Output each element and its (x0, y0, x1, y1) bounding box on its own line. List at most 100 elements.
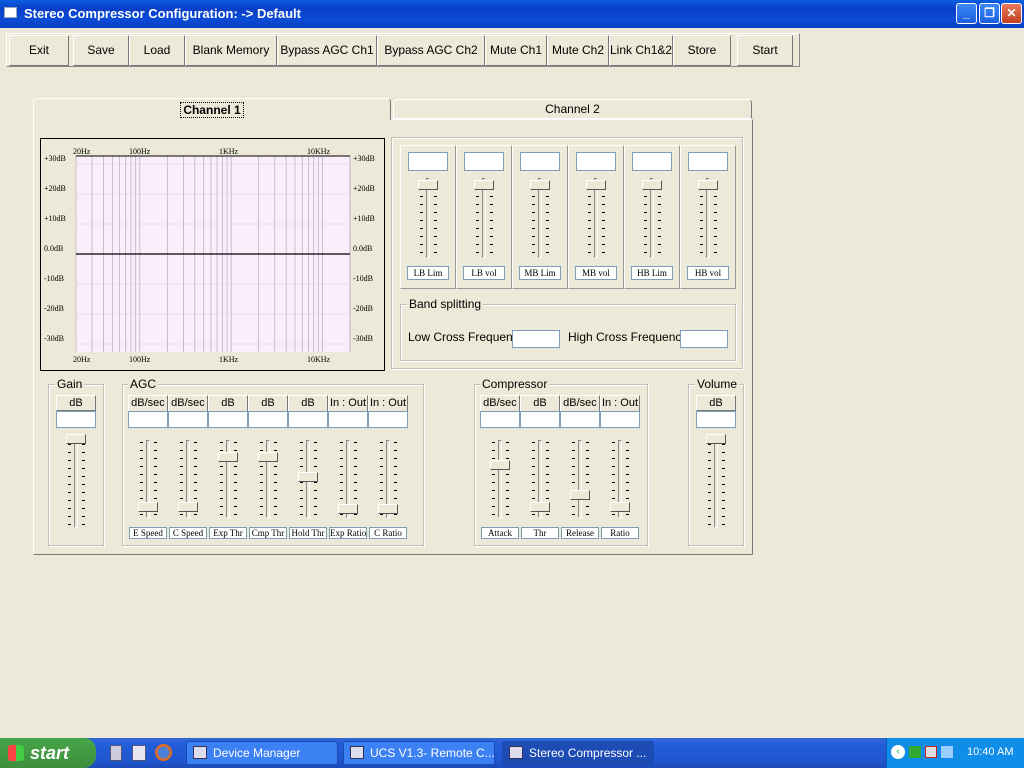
close-button[interactable]: ✕ (1001, 3, 1022, 24)
tick-mark (532, 236, 535, 237)
low-cross-frequency-input[interactable] (512, 330, 560, 348)
store-button[interactable]: Store (673, 35, 731, 66)
band-value-input-5[interactable] (632, 152, 672, 171)
link-ch1-2-button[interactable]: Link Ch1&2 (609, 35, 673, 66)
tick-mark (220, 490, 223, 491)
exit-button[interactable]: Exit (9, 35, 69, 66)
task-device-manager[interactable]: Device Manager (186, 741, 338, 765)
tick-mark (68, 468, 71, 469)
compressor-slider-1-thumb[interactable] (490, 460, 510, 470)
tick-mark (546, 458, 549, 459)
band-value-input-1[interactable] (408, 152, 448, 171)
agc-slider-5[interactable] (296, 440, 320, 518)
compressor-slider-2[interactable] (528, 440, 552, 518)
mute-ch2-button[interactable]: Mute Ch2 (547, 35, 609, 66)
compressor-slider-1[interactable] (488, 440, 512, 518)
tray-expand-icon[interactable]: ‹ (891, 745, 905, 759)
volume-slider-thumb[interactable] (706, 434, 726, 444)
band-value-input-4[interactable] (576, 152, 616, 171)
tray-network-icon[interactable] (909, 746, 921, 758)
compressor-value-input-4[interactable] (600, 411, 640, 428)
band-slider-2-thumb[interactable] (474, 180, 494, 190)
band-slider-6[interactable] (696, 178, 720, 258)
band-slider-5[interactable] (640, 178, 664, 258)
load-button[interactable]: Load (129, 35, 185, 66)
tick-mark (714, 212, 717, 213)
agc-slider-4[interactable] (256, 440, 280, 518)
band-slider-6-thumb[interactable] (698, 180, 718, 190)
agc-slider-1-thumb[interactable] (138, 502, 158, 512)
tick-mark (722, 524, 725, 525)
band-slider-3[interactable] (528, 178, 552, 258)
compressor-label-2: Thr (521, 527, 559, 539)
save-button[interactable]: Save (73, 35, 129, 66)
band-slider-5-thumb[interactable] (642, 180, 662, 190)
tab-channel-1[interactable]: Channel 1 (33, 98, 391, 120)
tick-mark (506, 506, 509, 507)
agc-value-input-5[interactable] (288, 411, 328, 428)
band-slider-3-thumb[interactable] (530, 180, 550, 190)
agc-slider-4-thumb[interactable] (258, 452, 278, 462)
agc-slider-2-thumb[interactable] (178, 502, 198, 512)
mute-ch1-button[interactable]: Mute Ch1 (485, 35, 547, 66)
compressor-slider-3[interactable] (568, 440, 592, 518)
agc-slider-3-thumb[interactable] (218, 452, 238, 462)
compressor-value-input-1[interactable] (480, 411, 520, 428)
quicklaunch-icon-1[interactable] (110, 745, 122, 761)
minimize-button[interactable]: _ (956, 3, 977, 24)
band-value-input-6[interactable] (688, 152, 728, 171)
compressor-slider-3-thumb[interactable] (570, 490, 590, 500)
tick-mark (612, 458, 615, 459)
compressor-slider-4[interactable] (608, 440, 632, 518)
tick-mark (300, 466, 303, 467)
band-slider-2[interactable] (472, 178, 496, 258)
agc-value-input-6[interactable] (328, 411, 368, 428)
band-value-input-3[interactable] (520, 152, 560, 171)
agc-slider-5-thumb[interactable] (298, 472, 318, 482)
quicklaunch-icon-2[interactable] (132, 745, 146, 761)
bypass-agc-ch1-button[interactable]: Bypass AGC Ch1 (277, 35, 377, 66)
gain-value-input[interactable] (56, 411, 96, 428)
tick-mark (82, 468, 85, 469)
blank-memory-button[interactable]: Blank Memory (185, 35, 277, 66)
high-cross-frequency-input[interactable] (680, 330, 728, 348)
volume-value-input[interactable] (696, 411, 736, 428)
band-slider-4[interactable] (584, 178, 608, 258)
tray-wireless-icon[interactable] (925, 746, 937, 758)
agc-slider-3[interactable] (216, 440, 240, 518)
tick-mark (82, 460, 85, 461)
volume-slider[interactable] (704, 434, 728, 528)
compressor-value-input-3[interactable] (560, 411, 600, 428)
agc-slider-2[interactable] (176, 440, 200, 518)
firefox-icon[interactable] (155, 744, 172, 761)
agc-slider-7-thumb[interactable] (378, 504, 398, 514)
tab-channel-2[interactable]: Channel 2 (393, 99, 752, 119)
agc-slider-6[interactable] (336, 440, 360, 518)
task-stereo-compressor[interactable]: Stereo Compressor ... (502, 741, 654, 765)
maximize-button[interactable]: ❐ (979, 3, 1000, 24)
compressor-slider-2-thumb[interactable] (530, 502, 550, 512)
agc-value-input-7[interactable] (368, 411, 408, 428)
compressor-value-input-2[interactable] (520, 411, 560, 428)
agc-slider-6-thumb[interactable] (338, 504, 358, 514)
band-slider-1-thumb[interactable] (418, 180, 438, 190)
agc-value-input-1[interactable] (128, 411, 168, 428)
compressor-slider-4-thumb[interactable] (610, 502, 630, 512)
tick-mark (154, 482, 157, 483)
bypass-agc-ch2-button[interactable]: Bypass AGC Ch2 (377, 35, 485, 66)
agc-value-input-3[interactable] (208, 411, 248, 428)
gain-slider-thumb[interactable] (66, 434, 86, 444)
agc-value-input-2[interactable] (168, 411, 208, 428)
start-button[interactable]: Start (737, 35, 793, 66)
start-menu-button[interactable]: start (0, 738, 96, 768)
agc-value-input-4[interactable] (248, 411, 288, 428)
agc-slider-7[interactable] (376, 440, 400, 518)
task-ucs-remote[interactable]: UCS V1.3- Remote C... (343, 741, 495, 765)
band-value-input-2[interactable] (464, 152, 504, 171)
agc-slider-1[interactable] (136, 440, 160, 518)
db-label-right: 0.0dB (353, 244, 372, 253)
gain-slider[interactable] (64, 434, 88, 528)
tray-volume-icon[interactable] (941, 746, 953, 758)
band-slider-4-thumb[interactable] (586, 180, 606, 190)
band-slider-1[interactable] (416, 178, 440, 258)
